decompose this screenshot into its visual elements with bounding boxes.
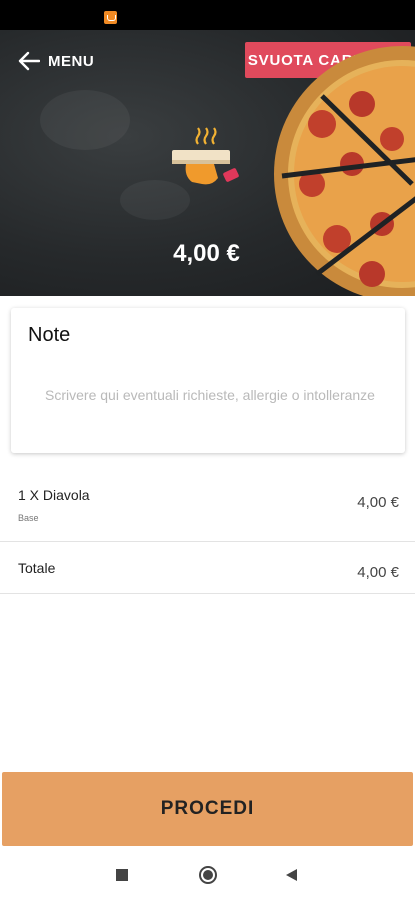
proceed-button[interactable]: PROCEDI [2, 772, 413, 846]
background-texture [40, 90, 130, 150]
cart-total-value: 4,00 € [357, 564, 399, 581]
pizza-box-icon [172, 127, 239, 185]
back-button-label: MENU [48, 52, 95, 70]
nav-square-icon[interactable] [116, 869, 128, 881]
back-to-menu-button[interactable]: MENU [18, 50, 94, 72]
cart-item-price: 4,00 € [357, 494, 399, 511]
cart-total-row: Totale 4,00 € [0, 543, 415, 594]
arrow-left-icon [18, 51, 40, 71]
status-bar [0, 0, 415, 30]
note-input[interactable] [27, 382, 393, 408]
nav-home-icon[interactable] [199, 866, 217, 884]
hero-banner: MENU SVUOTA CARRELLO 4,00 € [0, 30, 415, 296]
cart-total-label: Totale [18, 560, 56, 576]
system-nav-bar [0, 850, 415, 900]
cart-item-variant: Base [18, 513, 39, 523]
note-card: Note [11, 308, 405, 453]
cart-item-name: 1 X Diavola [18, 487, 90, 503]
nav-back-icon[interactable] [286, 869, 297, 881]
cart-item-row: 1 X Diavola Base 4,00 € [0, 470, 415, 542]
note-title: Note [28, 324, 71, 346]
pizza-image [274, 46, 415, 296]
notification-icon [104, 11, 117, 24]
